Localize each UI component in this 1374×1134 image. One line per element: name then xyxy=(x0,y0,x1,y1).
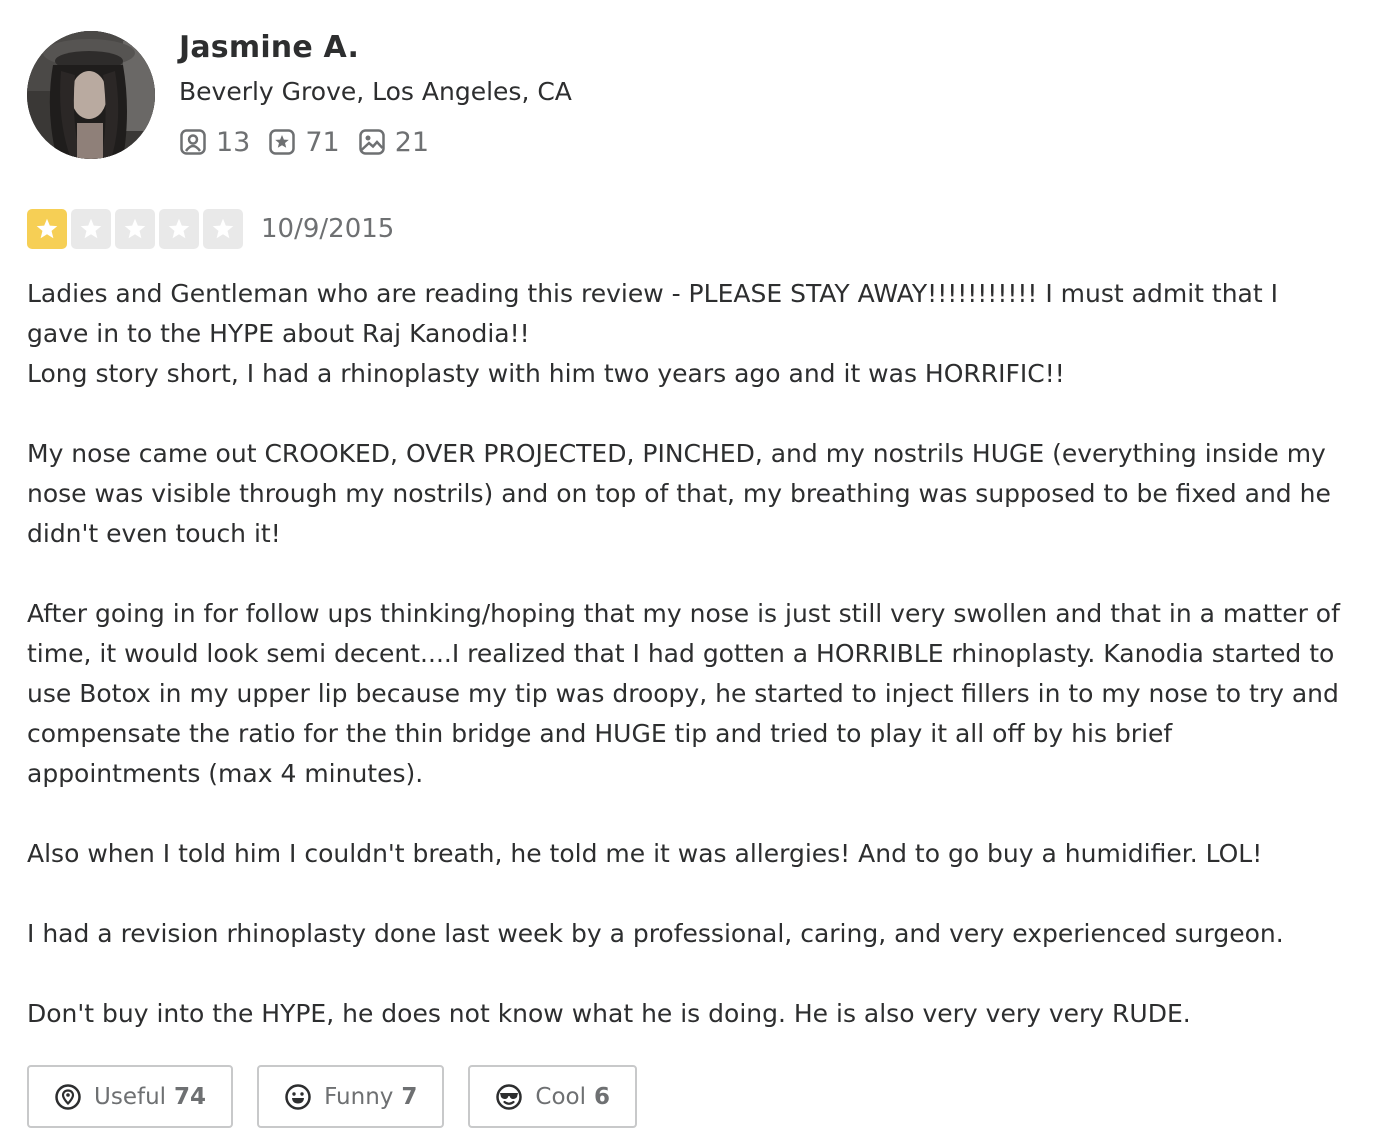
cool-label: Cool xyxy=(535,1083,586,1110)
star-icon xyxy=(80,218,102,239)
user-location: Beverly Grove, Los Angeles, CA xyxy=(179,77,572,106)
funny-label: Funny xyxy=(324,1083,394,1110)
photos-icon xyxy=(358,129,385,155)
funny-count: 7 xyxy=(401,1083,418,1110)
review-date: 10/9/2015 xyxy=(261,214,395,244)
star-2 xyxy=(71,209,111,249)
useful-label: Useful xyxy=(94,1083,167,1110)
friends-icon xyxy=(180,129,206,155)
photos-count: 21 xyxy=(394,126,430,158)
useful-button[interactable]: Useful 74 xyxy=(27,1065,234,1128)
star-3 xyxy=(115,209,155,249)
user-stats: 13 71 21 xyxy=(179,124,447,160)
reviews-icon xyxy=(269,129,296,155)
star-icon xyxy=(212,218,234,239)
reviews-count: 71 xyxy=(305,126,340,158)
cool-icon xyxy=(496,1083,523,1110)
review-text: Ladies and Gentleman who are reading thi… xyxy=(27,279,1340,1028)
star-icon xyxy=(36,218,58,239)
stat-reviews: 71 xyxy=(268,126,340,158)
rating-row: 10/9/2015 xyxy=(27,209,394,249)
stat-photos: 21 xyxy=(358,127,429,158)
review-card: Jasmine A. Beverly Grove, Los Angeles, C… xyxy=(0,0,1374,1134)
star-1 xyxy=(27,209,67,249)
useful-icon xyxy=(55,1083,81,1110)
useful-count: 74 xyxy=(174,1083,207,1110)
star-rating xyxy=(27,209,247,249)
star-icon xyxy=(124,218,146,239)
stat-friends: 13 xyxy=(179,127,250,158)
reaction-buttons: Useful 74 Funny 7 Cool 6 xyxy=(27,1065,661,1128)
star-4 xyxy=(159,209,199,249)
cool-count: 6 xyxy=(594,1083,611,1110)
funny-icon xyxy=(285,1083,311,1110)
user-name[interactable]: Jasmine A. xyxy=(179,30,359,65)
user-avatar[interactable] xyxy=(27,31,155,159)
cool-button[interactable]: Cool 6 xyxy=(468,1065,638,1128)
star-icon xyxy=(168,218,190,239)
friends-count: 13 xyxy=(216,126,251,158)
funny-button[interactable]: Funny 7 xyxy=(257,1065,445,1128)
star-5 xyxy=(203,209,243,249)
